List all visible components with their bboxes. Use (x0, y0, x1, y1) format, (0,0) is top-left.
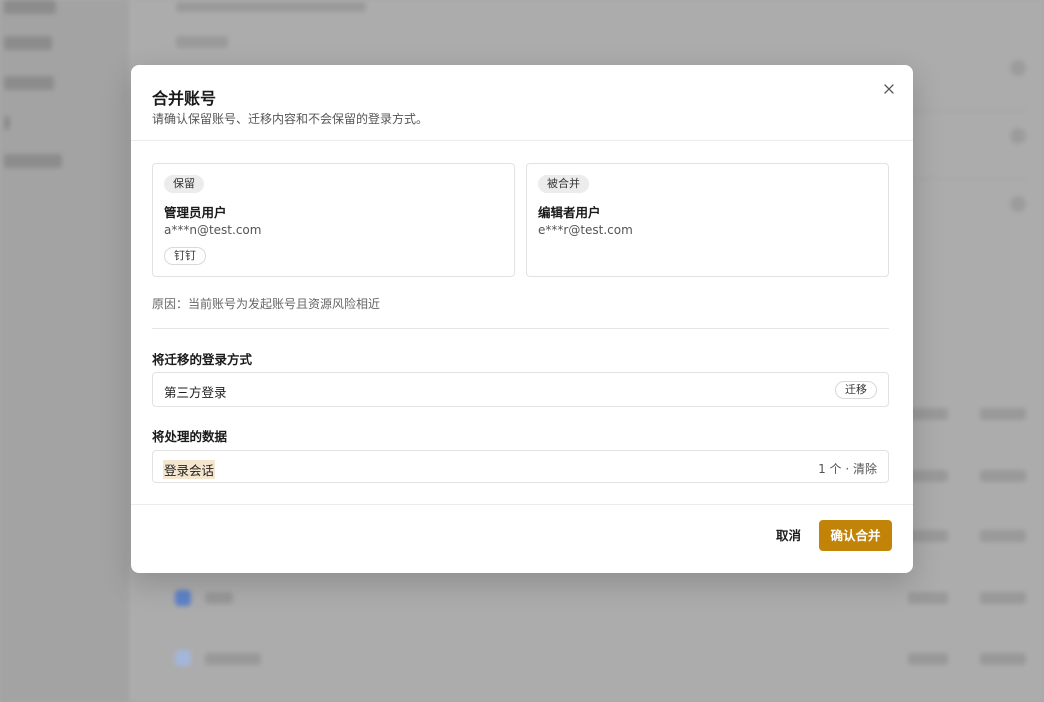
data-section-title: 将处理的数据 (152, 429, 228, 444)
keep-badge: 保留 (164, 175, 204, 193)
merge-reason: 原因：当前账号为发起账号且资源风险相近 (152, 297, 381, 311)
data-row-meta: 1 个 · 清除 (818, 462, 877, 476)
merged-account-email: e***r@test.com (538, 223, 633, 237)
list-item: 第三方登录 迁移 (152, 372, 889, 407)
dialog-footer: 取消 确认合并 (131, 504, 913, 573)
keep-account-email: a***n@test.com (164, 223, 262, 237)
migrate-row-label: 第三方登录 (164, 385, 227, 400)
merge-account-dialog: 合并账号 请确认保留账号、迁移内容和不会保留的登录方式。 保留 管理员用户 a*… (131, 65, 913, 573)
cancel-button[interactable]: 取消 (762, 520, 815, 551)
dialog-header: 合并账号 请确认保留账号、迁移内容和不会保留的登录方式。 (131, 65, 913, 141)
login-method-badge: 钉钉 (164, 247, 206, 265)
merged-badge: 被合并 (538, 175, 589, 193)
keep-account-card: 保留 管理员用户 a***n@test.com 钉钉 (152, 163, 515, 277)
keep-account-name: 管理员用户 (164, 205, 227, 220)
background-sidebar (0, 0, 128, 702)
list-item: 登录会话 1 个 · 清除 (152, 450, 889, 483)
data-row-label: 登录会话 (163, 460, 216, 479)
confirm-merge-button[interactable]: 确认合并 (819, 520, 892, 551)
merged-account-name: 编辑者用户 (538, 205, 601, 220)
dialog-title: 合并账号 (152, 89, 217, 108)
close-icon (884, 84, 894, 94)
close-button[interactable] (879, 79, 899, 99)
migrate-section-title: 将迁移的登录方式 (152, 352, 253, 367)
dialog-subtitle: 请确认保留账号、迁移内容和不会保留的登录方式。 (152, 112, 429, 126)
merged-account-card: 被合并 编辑者用户 e***r@test.com (526, 163, 889, 277)
section-divider (152, 328, 889, 329)
migrate-action-badge: 迁移 (835, 381, 877, 399)
